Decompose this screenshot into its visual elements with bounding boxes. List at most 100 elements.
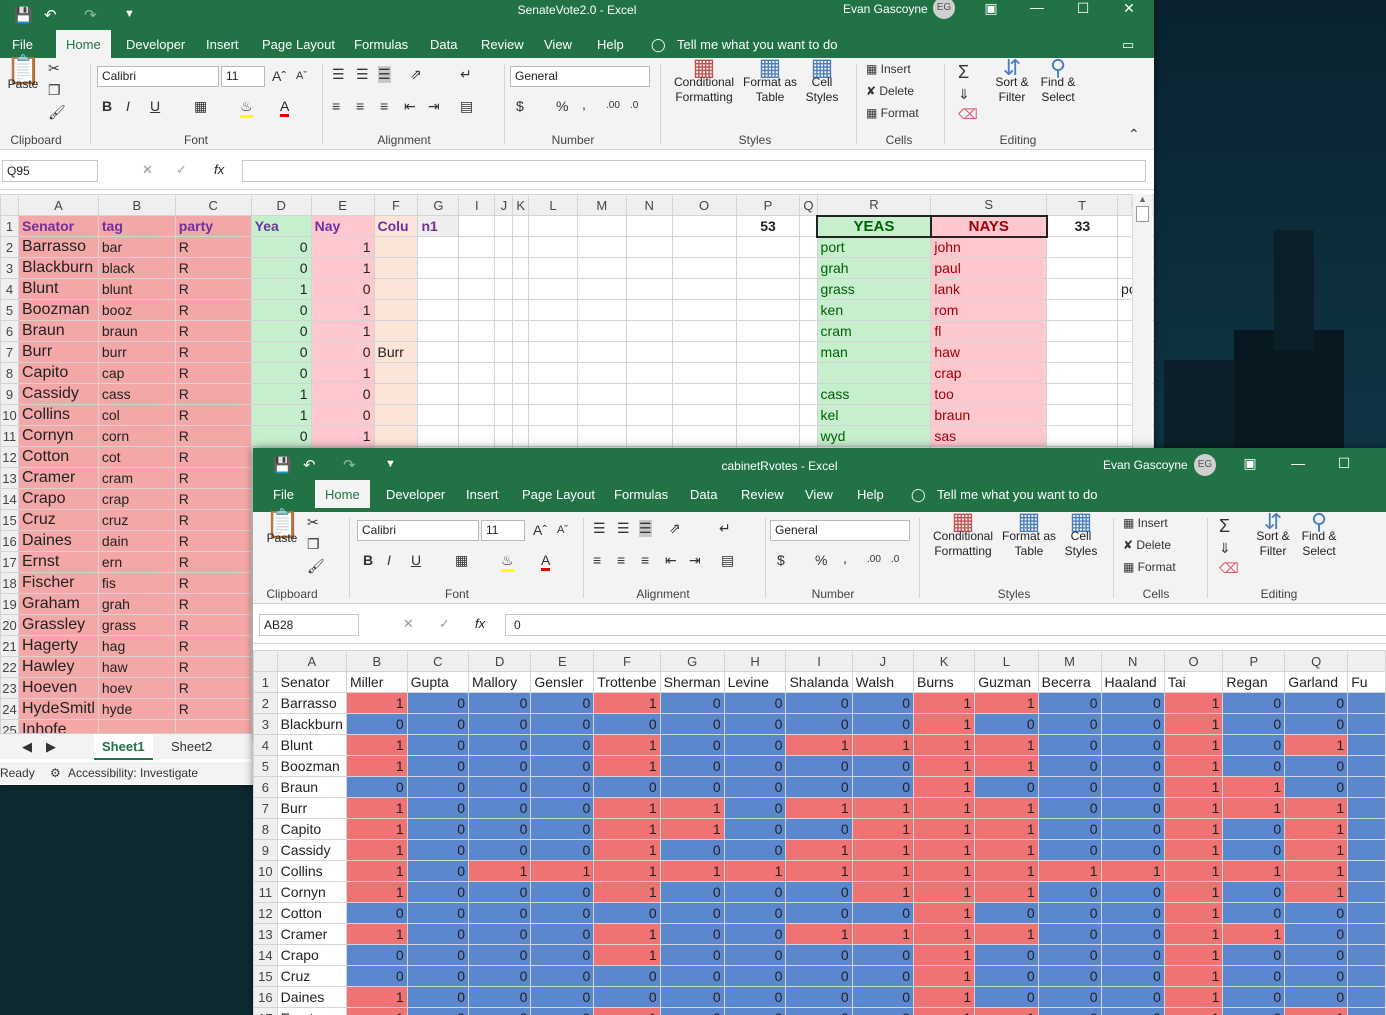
- cell[interactable]: [671, 341, 737, 363]
- vote-cell[interactable]: 1: [1163, 1007, 1224, 1015]
- column-header[interactable]: F: [593, 650, 661, 672]
- cell-yea[interactable]: 0: [250, 257, 312, 279]
- row-header[interactable]: 11: [253, 881, 278, 903]
- decrease-indent-icon[interactable]: ⇤: [665, 552, 677, 569]
- vote-cell[interactable]: 1: [913, 902, 976, 924]
- increase-decimal-icon[interactable]: .00: [867, 554, 881, 565]
- column-header[interactable]: J: [851, 650, 915, 672]
- vote-cell[interactable]: 1: [530, 860, 595, 882]
- cell-senator[interactable]: Daines: [276, 986, 347, 1008]
- cell[interactable]: [671, 320, 737, 342]
- vote-cell[interactable]: 1: [1163, 986, 1224, 1008]
- vote-cell[interactable]: 0: [1100, 713, 1165, 735]
- cell[interactable]: [576, 362, 627, 384]
- vote-cell[interactable]: 1: [659, 818, 725, 840]
- vote-cell[interactable]: 0: [1100, 839, 1165, 861]
- row-header[interactable]: 4: [253, 734, 278, 756]
- vote-cell[interactable]: 1: [345, 692, 408, 714]
- row-header[interactable]: 8: [0, 362, 19, 384]
- close-button[interactable]: ✕: [1106, 0, 1152, 30]
- cell[interactable]: [417, 299, 460, 321]
- column-header[interactable]: G: [659, 650, 725, 672]
- cell[interactable]: [576, 383, 627, 405]
- cell-senator[interactable]: Grassley: [17, 614, 99, 636]
- cell[interactable]: [494, 257, 514, 279]
- cell-party[interactable]: R: [174, 299, 252, 321]
- autosum-icon[interactable]: Σ: [1219, 516, 1230, 537]
- vote-cell[interactable]: 1: [1284, 818, 1349, 840]
- cell[interactable]: [735, 236, 801, 258]
- vote-cell[interactable]: 0: [659, 692, 725, 714]
- cell-party[interactable]: R: [174, 383, 252, 405]
- column-header[interactable]: E: [530, 650, 595, 672]
- cell-senator[interactable]: Blackburn: [17, 257, 99, 279]
- vote-cell[interactable]: 0: [723, 818, 787, 840]
- cell-senator[interactable]: Hagerty: [17, 635, 99, 657]
- cell-yeas[interactable]: [816, 362, 932, 384]
- cell-senator[interactable]: Cramer: [276, 923, 347, 945]
- align-bottom-icon[interactable]: ☰: [639, 520, 652, 537]
- vote-cell[interactable]: 0: [785, 1007, 853, 1015]
- vote-cell[interactable]: [1347, 734, 1386, 756]
- header-cell[interactable]: Miller: [345, 671, 408, 693]
- cell-nay[interactable]: 1: [310, 299, 375, 321]
- merge-center-icon[interactable]: ▤: [460, 98, 473, 115]
- sort-filter-button[interactable]: ⇵ Sort & Filter: [992, 57, 1032, 105]
- cell-yeas[interactable]: grah: [816, 257, 932, 279]
- vote-cell[interactable]: 1: [345, 755, 408, 777]
- cell[interactable]: [458, 404, 496, 426]
- cell[interactable]: [494, 320, 514, 342]
- avatar[interactable]: EG: [1194, 454, 1216, 476]
- cell[interactable]: [1046, 341, 1119, 363]
- vote-cell[interactable]: 0: [468, 755, 532, 777]
- header-cell[interactable]: Levine: [723, 671, 787, 693]
- cell-party[interactable]: R: [174, 425, 252, 447]
- vote-cell[interactable]: [1347, 986, 1386, 1008]
- row-header[interactable]: 21: [0, 635, 19, 657]
- sheet-tab-sheet2[interactable]: Sheet2: [168, 734, 215, 760]
- cell-senator[interactable]: Braun: [276, 776, 347, 798]
- cell[interactable]: [494, 341, 514, 363]
- header-nays[interactable]: NAYS: [929, 214, 1048, 238]
- vote-cell[interactable]: 1: [345, 818, 408, 840]
- vote-cell[interactable]: 0: [1284, 944, 1349, 966]
- align-right-icon[interactable]: ≡: [641, 552, 649, 568]
- vote-cell[interactable]: 0: [1284, 965, 1349, 987]
- cell[interactable]: [494, 383, 514, 405]
- row-header[interactable]: 9: [0, 383, 19, 405]
- cell[interactable]: [671, 383, 737, 405]
- vote-cell[interactable]: 0: [659, 776, 725, 798]
- vote-cell[interactable]: 1: [593, 692, 661, 714]
- align-middle-icon[interactable]: ☰: [356, 66, 369, 83]
- vote-cell[interactable]: 0: [785, 755, 853, 777]
- cell[interactable]: [625, 320, 673, 342]
- vote-cell[interactable]: 0: [530, 818, 595, 840]
- cell[interactable]: [417, 257, 460, 279]
- tab-home[interactable]: Home: [56, 30, 111, 60]
- column-header[interactable]: S: [930, 194, 1048, 216]
- cell-party[interactable]: R: [174, 509, 252, 531]
- vote-cell[interactable]: 1: [593, 860, 661, 882]
- maximize-button[interactable]: ☐: [1060, 0, 1106, 30]
- row-header[interactable]: 6: [0, 320, 19, 342]
- vote-cell[interactable]: 1: [1222, 797, 1286, 819]
- vote-cell[interactable]: 1: [913, 713, 976, 735]
- vote-cell[interactable]: 1: [851, 839, 915, 861]
- row-header[interactable]: 1: [0, 215, 19, 237]
- vote-cell[interactable]: 0: [530, 923, 595, 945]
- cell-nay[interactable]: 0: [310, 404, 375, 426]
- vote-cell[interactable]: 0: [530, 797, 595, 819]
- cell[interactable]: [417, 425, 460, 447]
- header-nay[interactable]: Nay: [310, 215, 375, 237]
- row-header[interactable]: 13: [253, 923, 278, 945]
- font-size-box[interactable]: 11: [221, 66, 265, 87]
- column-header[interactable]: C: [174, 194, 252, 216]
- cell[interactable]: [512, 404, 529, 426]
- align-top-icon[interactable]: ☰: [332, 66, 345, 83]
- vote-cell[interactable]: 1: [974, 923, 1039, 945]
- copy-icon[interactable]: ❐: [307, 536, 320, 553]
- vote-cell[interactable]: 0: [723, 923, 787, 945]
- vote-cell[interactable]: 1: [345, 839, 408, 861]
- fill-icon[interactable]: ⇓: [1219, 540, 1231, 557]
- vote-cell[interactable]: 0: [406, 965, 470, 987]
